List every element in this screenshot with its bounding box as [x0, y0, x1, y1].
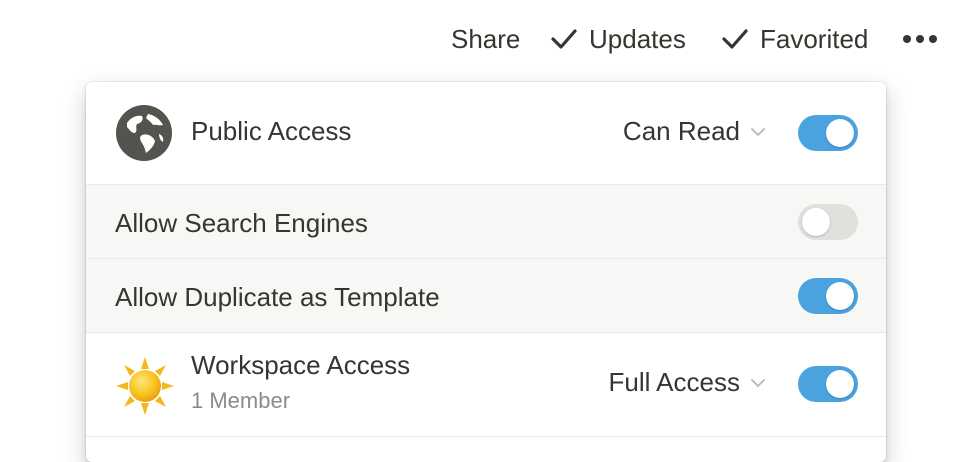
check-icon: [722, 28, 748, 50]
allow-duplicate-template-row: Allow Duplicate as Template: [86, 259, 886, 333]
public-access-toggle[interactable]: [798, 115, 858, 151]
sharing-panel: Public Access Can Read Allow Search Engi…: [86, 82, 886, 462]
toggle-knob: [826, 282, 854, 310]
top-bar: Share Updates Favorited: [0, 0, 968, 78]
updates-button[interactable]: Updates: [551, 20, 686, 58]
favorited-label: Favorited: [760, 23, 869, 54]
allow-duplicate-template-label: Allow Duplicate as Template: [115, 282, 440, 312]
allow-duplicate-template-toggle[interactable]: [798, 278, 858, 314]
sun-icon: [114, 355, 176, 417]
workspace-access-row: Workspace Access 1 Member Full Access: [86, 333, 886, 437]
chevron-down-icon: [750, 378, 766, 388]
allow-search-engines-label: Allow Search Engines: [115, 208, 368, 238]
toggle-knob: [826, 370, 854, 398]
more-button[interactable]: [903, 20, 937, 58]
public-access-permission-value: Can Read: [622, 116, 740, 146]
allow-search-engines-row: Allow Search Engines: [86, 185, 886, 259]
updates-label: Updates: [589, 23, 686, 54]
globe-icon: [115, 104, 173, 162]
chevron-down-icon: [750, 127, 766, 137]
allow-search-engines-toggle[interactable]: [798, 204, 858, 240]
share-button[interactable]: Share: [451, 20, 520, 58]
check-icon: [551, 28, 577, 50]
workspace-access-label: Workspace Access: [191, 350, 411, 380]
more-horizontal-icon: [903, 35, 937, 43]
share-label: Share: [451, 23, 521, 54]
toggle-knob: [802, 208, 830, 236]
workspace-access-permission-value: Full Access: [608, 367, 741, 397]
workspace-member-count: 1 Member: [191, 388, 291, 413]
toggle-knob: [826, 119, 854, 147]
favorited-button[interactable]: Favorited: [722, 20, 868, 58]
public-access-row: Public Access Can Read: [86, 82, 886, 185]
workspace-access-toggle[interactable]: [798, 366, 858, 402]
public-access-label: Public Access: [191, 116, 352, 146]
workspace-access-permission-select[interactable]: Full Access: [609, 367, 767, 398]
public-access-permission-select[interactable]: Can Read: [623, 116, 766, 147]
